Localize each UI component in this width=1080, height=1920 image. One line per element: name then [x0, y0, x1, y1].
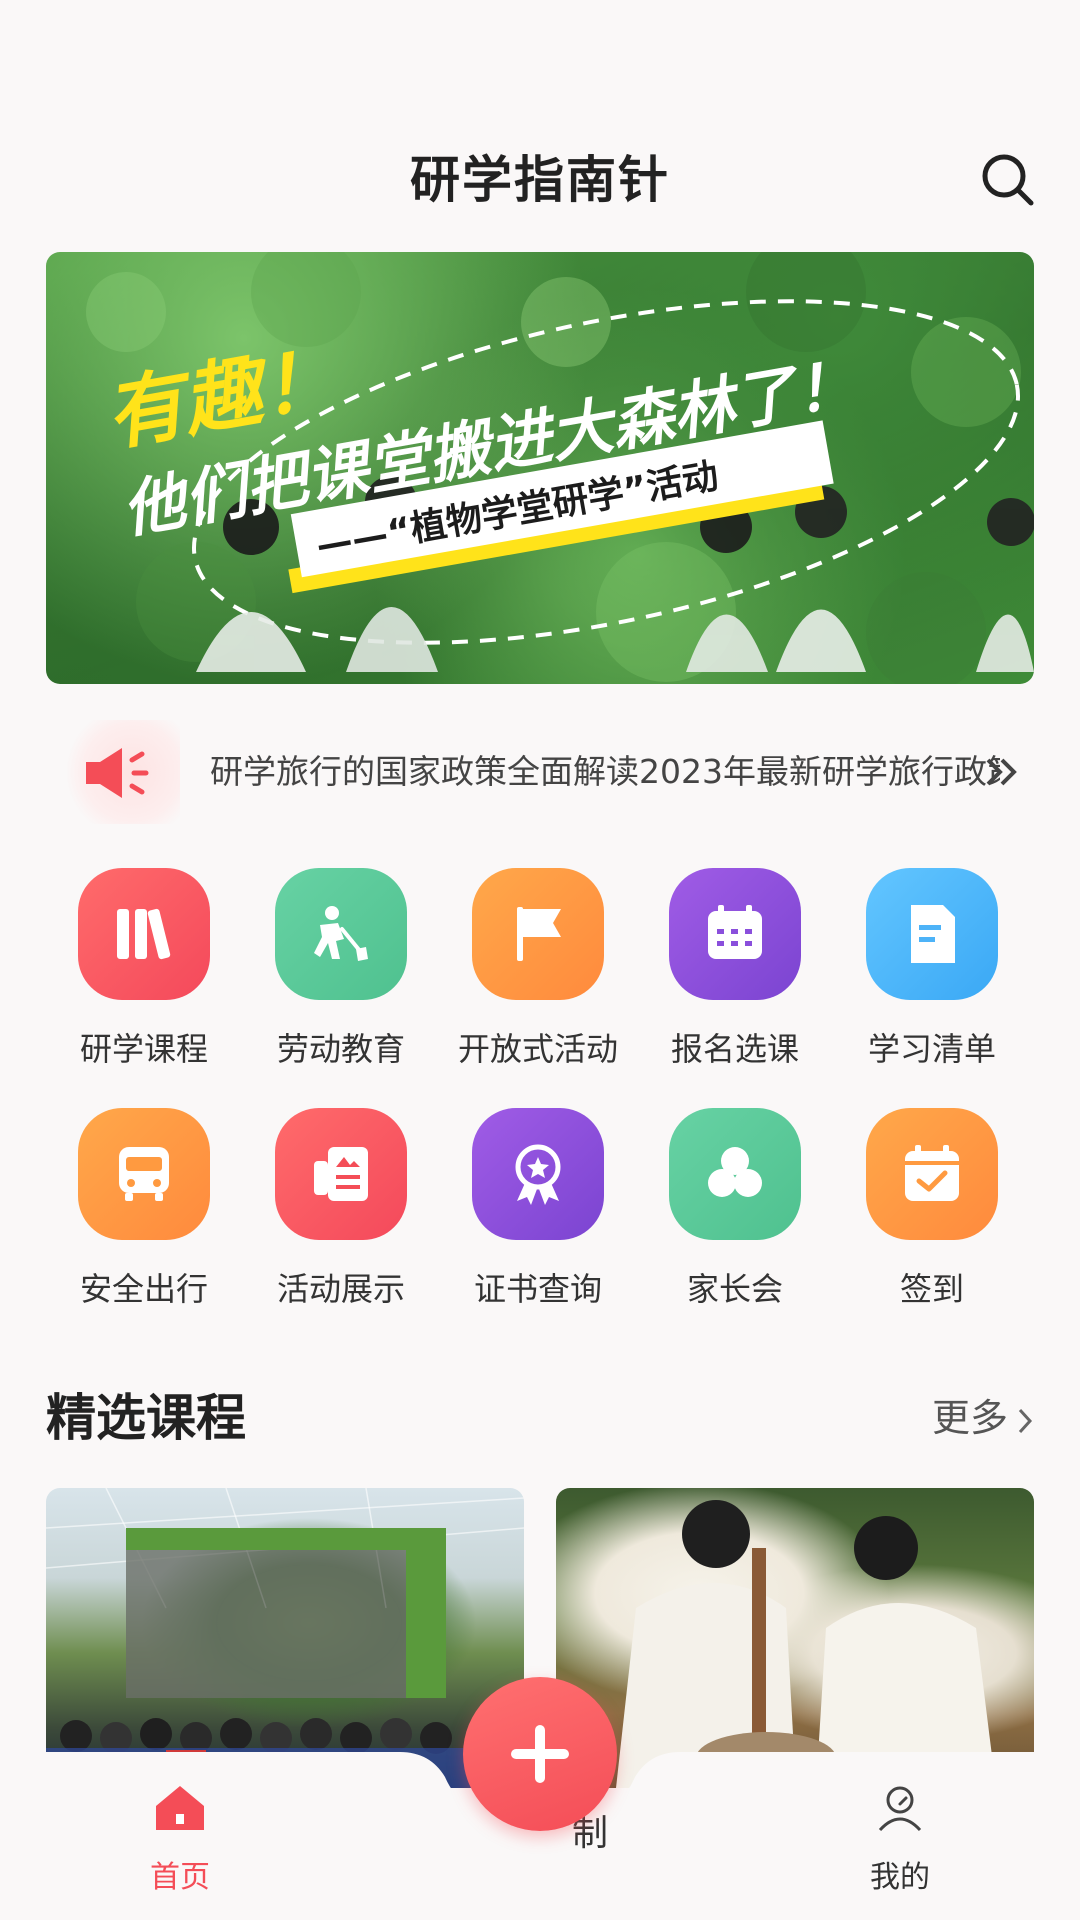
- more-label: 更多: [931, 1396, 1008, 1440]
- add-button[interactable]: [463, 1677, 617, 1831]
- grid-item-check-in[interactable]: 签到: [834, 1108, 1030, 1318]
- grid-label: 安全出行: [79, 1270, 208, 1308]
- grid-icon-bg: [866, 1108, 998, 1240]
- grid-label: 研学课程: [79, 1030, 208, 1068]
- calendar-check-icon: [905, 1145, 959, 1201]
- megaphone-icon: [86, 748, 149, 798]
- grid-label: 劳动教育: [276, 1030, 405, 1068]
- plus-icon: [511, 1725, 569, 1783]
- promo-banner[interactable]: 有趣！ 他们把课堂搬进大森林了！ ——“植物学堂研学”活动: [46, 252, 1034, 684]
- grid-label: 报名选课: [670, 1030, 799, 1068]
- award-icon: [515, 1144, 561, 1205]
- calendar-icon: [708, 905, 762, 959]
- bus-icon: [119, 1147, 169, 1201]
- home-icon: [156, 1786, 204, 1830]
- search-button[interactable]: [980, 152, 1036, 208]
- double-chevron-right-icon[interactable]: [984, 756, 1020, 788]
- course-card[interactable]: [556, 1488, 1034, 1788]
- grid-item-certificate-query[interactable]: 证书查询: [440, 1108, 636, 1318]
- notice-bar[interactable]: 研学旅行的国家政策全面解读2023年最新研学旅行政策: [60, 720, 1020, 824]
- grid-label: 签到: [899, 1270, 964, 1308]
- course-card[interactable]: [46, 1488, 524, 1788]
- grid-label: 活动展示: [276, 1270, 405, 1308]
- grid-icon-bg: [275, 868, 407, 1000]
- grid-label: 开放式活动: [457, 1030, 618, 1068]
- grid-item-enrollment[interactable]: 报名选课: [637, 868, 833, 1078]
- grid-label: 学习清单: [867, 1030, 996, 1068]
- grid-item-labor-education[interactable]: 劳动教育: [243, 868, 439, 1078]
- grid-icon-bg: [275, 1108, 407, 1240]
- grid-icon-bg: [78, 1108, 210, 1240]
- nav-mine[interactable]: 我的: [820, 1782, 980, 1895]
- page-title: 研学指南针: [410, 151, 670, 209]
- nav-mine-label: 我的: [870, 1860, 930, 1895]
- grid-item-study-list[interactable]: 学习清单: [834, 868, 1030, 1078]
- more-link[interactable]: 更多: [932, 1378, 1034, 1458]
- nav-home[interactable]: 首页: [100, 1782, 260, 1895]
- course-image: [46, 1488, 524, 1788]
- grid-item-activity-showcase[interactable]: 活动展示: [243, 1108, 439, 1318]
- worker-shovel-icon: [314, 906, 368, 961]
- chevron-right-icon: [1018, 1408, 1033, 1433]
- section-title: 精选课程: [46, 1389, 246, 1447]
- grid-icon-bg: [78, 868, 210, 1000]
- notice-text: 研学旅行的国家政策全面解读2023年最新研学旅行政策: [210, 752, 1000, 791]
- grid-item-courses[interactable]: 研学课程: [46, 868, 242, 1078]
- grid-icon-bg: [472, 1108, 604, 1240]
- grid-icon-bg: [669, 868, 801, 1000]
- nav-home-label: 首页: [150, 1860, 210, 1895]
- course-image: [616, 1500, 996, 1788]
- clover-icon: [708, 1147, 762, 1197]
- grid-icon-bg: [866, 868, 998, 1000]
- search-icon: [982, 154, 1034, 206]
- gallery-icon: [314, 1147, 368, 1201]
- grid-icon-bg: [472, 868, 604, 1000]
- grid-icon-bg: [669, 1108, 801, 1240]
- flag-icon: [517, 907, 561, 961]
- books-icon: [117, 908, 171, 960]
- grid-label: 家长会: [686, 1270, 783, 1308]
- grid-item-safe-travel[interactable]: 安全出行: [46, 1108, 242, 1318]
- document-icon: [911, 905, 955, 963]
- app-header: 研学指南针: [0, 140, 1080, 220]
- grid-item-open-activities[interactable]: 开放式活动: [440, 868, 636, 1078]
- banner-artwork: 有趣！ 他们把课堂搬进大森林了！ ——“植物学堂研学”活动: [86, 252, 1034, 684]
- grid-label: 证书查询: [473, 1270, 602, 1308]
- grid-item-parent-meeting[interactable]: 家长会: [637, 1108, 833, 1318]
- user-icon: [878, 1786, 922, 1832]
- notice-icon-wrap: [60, 720, 180, 824]
- featured-courses-header: 精选课程 更多: [46, 1378, 1034, 1458]
- app-screen: 研学指南针 有趣！ 他们把课堂搬进大森林了！ ——“植物学堂研学”活动 研学旅行…: [0, 0, 1080, 1920]
